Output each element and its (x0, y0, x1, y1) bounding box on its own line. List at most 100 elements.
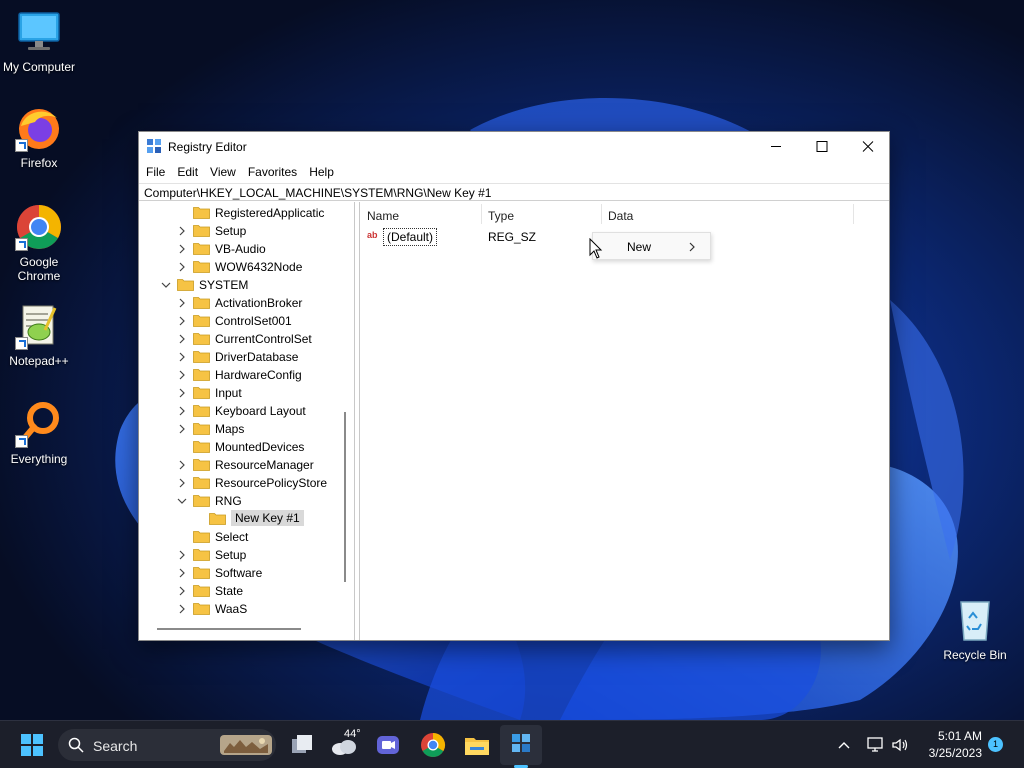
value-type: REG_SZ (488, 230, 537, 244)
tree-node-label: Keyboard Layout (215, 404, 306, 418)
tree-node[interactable]: Keyboard Layout (139, 402, 344, 420)
tree-node-label: Select (215, 530, 249, 544)
tree-node-label: ResourcePolicyStore (215, 476, 328, 490)
chevron-right-icon[interactable] (177, 424, 187, 434)
tree-node-label: RNG (215, 494, 242, 508)
desktop-icon-recycle-bin[interactable]: Recycle Bin (936, 596, 1014, 662)
task-view-icon[interactable] (286, 729, 318, 761)
chevron-right-icon[interactable] (177, 262, 187, 272)
menu-edit[interactable]: Edit (171, 161, 204, 183)
folder-icon (193, 567, 210, 579)
tree-node[interactable]: DriverDatabase (139, 348, 344, 366)
menu-file[interactable]: File (140, 161, 171, 183)
chevron-right-icon[interactable] (177, 388, 187, 398)
teams-chat-icon[interactable] (372, 729, 404, 761)
address-bar[interactable]: Computer\HKEY_LOCAL_MACHINE\SYSTEM\RNG\N… (139, 183, 889, 201)
folder-icon (193, 351, 210, 363)
chevron-right-icon[interactable] (177, 316, 187, 326)
maximize-button[interactable] (799, 132, 845, 161)
tree-node[interactable]: SYSTEM (139, 276, 344, 294)
menu-view[interactable]: View (204, 161, 242, 183)
chevron-right-icon[interactable] (177, 406, 187, 416)
tree-node[interactable]: Select (139, 528, 344, 546)
chevron-right-icon[interactable] (177, 334, 187, 344)
menu-help[interactable]: Help (303, 161, 340, 183)
string-value-icon: ab (367, 230, 378, 240)
tree-node[interactable]: New Key #1 (139, 510, 344, 528)
tree-node[interactable]: ControlSet001 (139, 312, 344, 330)
weather-widget[interactable]: 44° (330, 727, 364, 763)
values-list[interactable]: Name Type Data ab (Default) REG_SZ (359, 202, 889, 640)
close-button[interactable] (845, 132, 891, 161)
chrome-icon[interactable] (417, 729, 449, 761)
tree-node[interactable]: WOW6432Node (139, 258, 344, 276)
column-divider[interactable] (853, 204, 854, 224)
tree-node[interactable]: ResourceManager (139, 456, 344, 474)
desktop-icon-label: Notepad++ (9, 354, 69, 368)
tree-node-label: State (215, 584, 244, 598)
chevron-right-icon[interactable] (177, 568, 187, 578)
tree-node[interactable]: RegisteredApplicatic (139, 204, 344, 222)
file-explorer-icon[interactable] (461, 729, 493, 761)
folder-icon (193, 333, 210, 345)
desktop-icon-label: Everything (10, 452, 68, 466)
minimize-button[interactable] (753, 132, 799, 161)
registry-tree[interactable]: RegisteredApplicatic Setup VB-Audio WOW6432… (139, 202, 355, 640)
tree-node-label: ControlSet001 (215, 314, 292, 328)
clock[interactable]: 5:01 AM 3/25/2023 (918, 728, 982, 762)
chrome-icon (15, 203, 63, 251)
tree-horizontal-scrollbar[interactable] (157, 628, 301, 630)
tree-node[interactable]: CurrentControlSet (139, 330, 344, 348)
tree-node[interactable]: HardwareConfig (139, 366, 344, 384)
chevron-right-icon[interactable] (177, 352, 187, 362)
tree-node[interactable]: ResourcePolicyStore (139, 474, 344, 492)
folder-icon (177, 279, 194, 291)
chevron-right-icon[interactable] (177, 604, 187, 614)
column-header-name[interactable]: Name (360, 202, 480, 226)
monitor-icon (15, 8, 63, 56)
tree-node[interactable]: Software (139, 564, 344, 582)
chevron-right-icon[interactable] (177, 370, 187, 380)
chevron-right-icon[interactable] (177, 298, 187, 308)
network-icon[interactable] (866, 735, 886, 755)
tree-node[interactable]: WaaS (139, 600, 344, 618)
tree-node[interactable]: Input (139, 384, 344, 402)
desktop-icon-notepad-plus-plus[interactable]: Notepad++ (0, 302, 78, 368)
tree-node[interactable]: Setup (139, 222, 344, 240)
desktop-icon-everything[interactable]: Everything (0, 400, 78, 466)
tree-node[interactable]: MountedDevices (139, 438, 344, 456)
chevron-down-icon[interactable] (177, 496, 187, 506)
notification-badge[interactable]: 1 (988, 737, 1003, 752)
column-header-type[interactable]: Type (481, 202, 601, 226)
menu-favorites[interactable]: Favorites (242, 161, 303, 183)
taskbar-registry-editor-button[interactable] (500, 725, 542, 765)
tree-node[interactable]: VB-Audio (139, 240, 344, 258)
tree-node[interactable]: Setup (139, 546, 344, 564)
tree-vertical-scrollbar[interactable] (344, 412, 346, 582)
registry-editor-window[interactable]: Registry Editor File Edit View Favorites… (138, 131, 890, 641)
chevron-right-icon[interactable] (177, 460, 187, 470)
chevron-right-icon[interactable] (177, 550, 187, 560)
chevron-right-icon[interactable] (177, 478, 187, 488)
desktop-icon-firefox[interactable]: Firefox (0, 104, 78, 170)
start-button[interactable] (16, 729, 48, 761)
chevron-right-icon[interactable] (177, 226, 187, 236)
desktop-icon-my-computer[interactable]: My Computer (0, 8, 78, 74)
desktop-icon-google-chrome[interactable]: Google Chrome (0, 203, 78, 283)
tree-node-label: DriverDatabase (215, 350, 299, 364)
chevron-down-icon[interactable] (161, 280, 171, 290)
value-name: (Default) (383, 228, 438, 246)
context-menu-item-new[interactable]: New (593, 233, 710, 259)
chevron-right-icon[interactable] (177, 586, 187, 596)
chevron-up-icon[interactable] (836, 737, 852, 753)
column-header-data[interactable]: Data (601, 202, 851, 226)
tree-node[interactable]: Maps (139, 420, 344, 438)
taskbar-search-box[interactable]: Search (58, 729, 276, 761)
chevron-right-icon (689, 242, 695, 252)
volume-icon[interactable] (890, 735, 910, 755)
chevron-right-icon[interactable] (177, 244, 187, 254)
tree-node[interactable]: State (139, 582, 344, 600)
tree-node[interactable]: ActivationBroker (139, 294, 344, 312)
title-bar[interactable]: Registry Editor (139, 132, 889, 161)
tree-node[interactable]: RNG (139, 492, 344, 510)
